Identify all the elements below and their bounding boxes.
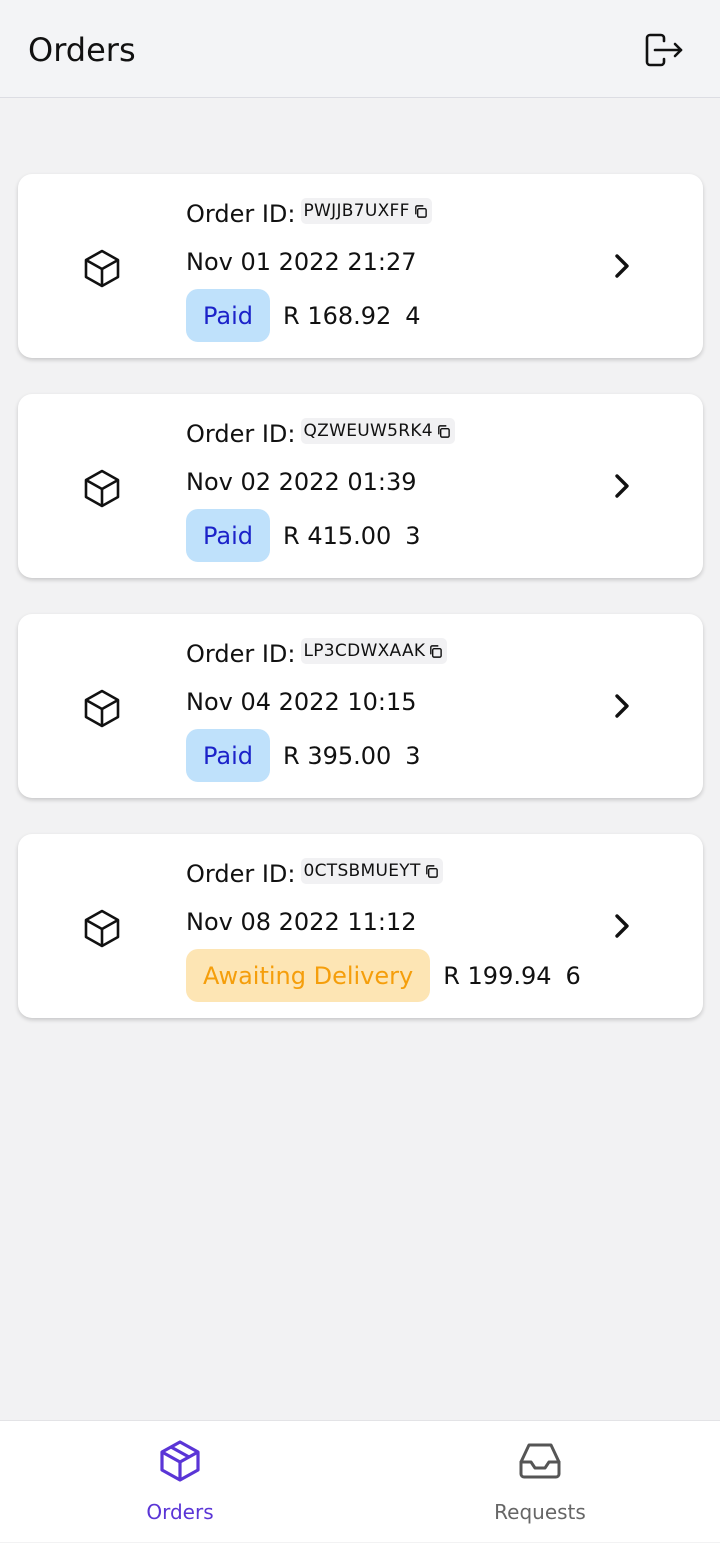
order-card[interactable]: Order ID: 0CTSBMUEYT Nov 08 2022 11:12 A… — [18, 834, 703, 1018]
order-id-value: 0CTSBMUEYT — [303, 861, 421, 881]
order-id-value: PWJJB7UXFF — [303, 201, 410, 221]
order-card[interactable]: Order ID: LP3CDWXAAK Nov 04 2022 10:15 P… — [18, 614, 703, 798]
order-id-value: QZWEUW5RK4 — [303, 421, 433, 441]
order-price: R 199.94 — [443, 961, 552, 990]
status-badge: Paid — [186, 509, 271, 562]
app-header: Orders — [0, 0, 720, 98]
order-id-label: Order ID: — [186, 640, 296, 668]
nav-tab-label: Orders — [146, 1500, 214, 1524]
chevron-right-icon — [615, 694, 629, 718]
order-id-chip: PWJJB7UXFF — [301, 198, 432, 224]
copy-icon[interactable] — [428, 644, 443, 659]
order-id-chip: LP3CDWXAAK — [301, 638, 448, 664]
order-price: R 415.00 — [283, 521, 392, 550]
order-price: R 168.92 — [283, 301, 392, 330]
copy-icon[interactable] — [413, 204, 428, 219]
order-quantity: 3 — [405, 741, 421, 770]
logout-button[interactable] — [640, 30, 688, 70]
order-id-label: Order ID: — [186, 860, 296, 888]
order-quantity: 4 — [405, 301, 421, 330]
status-badge: Awaiting Delivery — [186, 949, 431, 1002]
chevron-right-icon — [615, 914, 629, 938]
copy-icon[interactable] — [436, 424, 451, 439]
order-quantity: 3 — [405, 521, 421, 550]
chevron-right-icon — [615, 474, 629, 498]
status-badge: Paid — [186, 729, 271, 782]
order-id-label: Order ID: — [186, 420, 296, 448]
package-icon — [160, 1440, 200, 1482]
copy-icon[interactable] — [424, 864, 439, 879]
bottom-navigation: Orders Requests — [0, 1420, 720, 1542]
nav-tab-orders[interactable]: Orders — [0, 1421, 360, 1543]
package-icon — [84, 909, 120, 948]
order-id-chip: 0CTSBMUEYT — [301, 858, 443, 884]
status-badge: Paid — [186, 289, 271, 342]
inbox-icon — [519, 1443, 561, 1479]
order-id-label: Order ID: — [186, 200, 296, 228]
nav-tab-label: Requests — [494, 1500, 586, 1524]
order-price: R 395.00 — [283, 741, 392, 770]
package-icon — [84, 689, 120, 728]
package-icon — [84, 469, 120, 508]
order-date: Nov 08 2022 11:12 — [186, 908, 417, 936]
logout-icon — [645, 33, 683, 67]
order-date: Nov 04 2022 10:15 — [186, 688, 417, 716]
page-title: Orders — [28, 31, 136, 69]
order-quantity: 6 — [565, 961, 581, 990]
nav-tab-requests[interactable]: Requests — [360, 1421, 720, 1543]
order-card[interactable]: Order ID: PWJJB7UXFF Nov 01 2022 21:27 P… — [18, 174, 703, 358]
chevron-right-icon — [615, 254, 629, 278]
order-date: Nov 01 2022 21:27 — [186, 248, 417, 276]
order-card[interactable]: Order ID: QZWEUW5RK4 Nov 02 2022 01:39 P… — [18, 394, 703, 578]
order-id-chip: QZWEUW5RK4 — [301, 418, 455, 444]
order-date: Nov 02 2022 01:39 — [186, 468, 417, 496]
package-icon — [84, 249, 120, 288]
order-id-value: LP3CDWXAAK — [303, 641, 426, 661]
